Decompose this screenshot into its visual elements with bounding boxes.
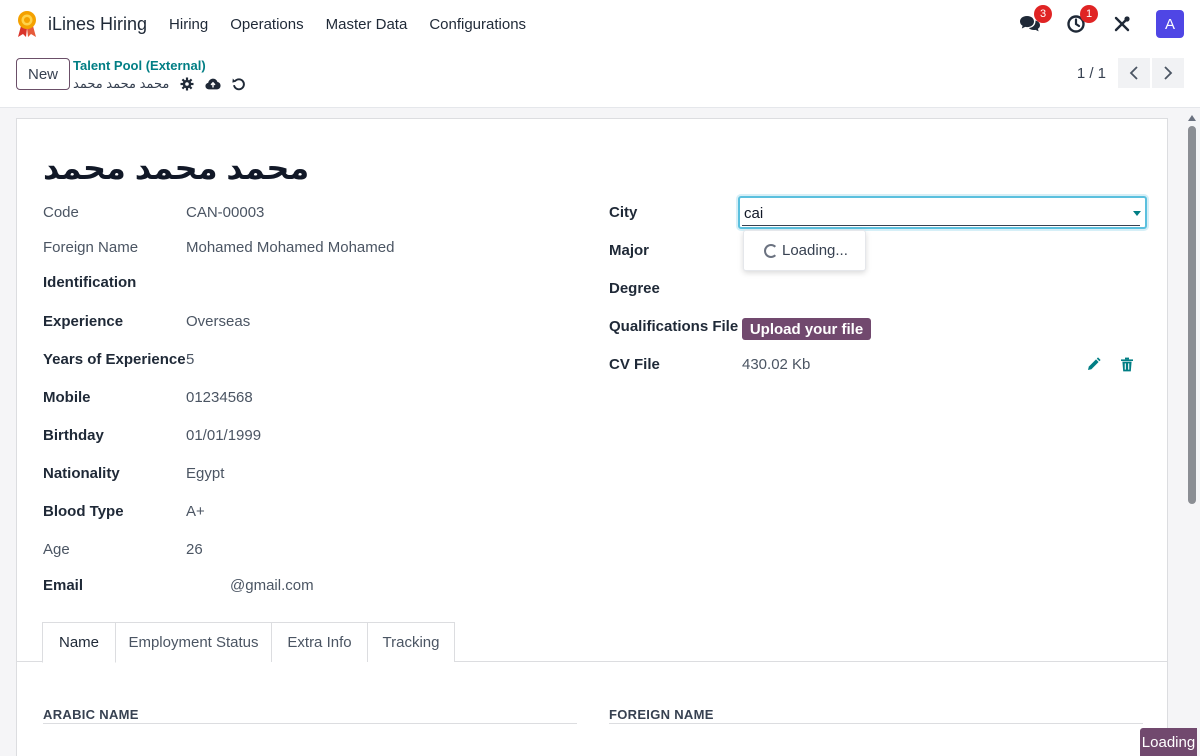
field-age: Age 26 (43, 538, 583, 560)
field-years-of-experience: Years of Experience 5 (43, 348, 583, 370)
field-label: Degree (609, 279, 660, 297)
field-experience: Experience Overseas (43, 310, 583, 332)
section-divider (609, 723, 1143, 724)
field-mobile: Mobile 01234568 (43, 386, 583, 408)
scroll-up-arrow-icon[interactable] (1188, 115, 1196, 121)
notebook-tabs: Name Employment Status Extra Info Tracki… (17, 622, 1167, 663)
navbar-systray: 3 1 A (1018, 0, 1184, 48)
field-value[interactable]: 01/01/1999 (186, 427, 261, 444)
pager-value[interactable]: 1 / 1 (1077, 65, 1106, 82)
page-scrollbar[interactable] (1186, 112, 1198, 752)
section-foreign-name: FOREIGN NAME (609, 707, 714, 722)
field-label: Code (43, 203, 79, 221)
field-label: Birthday (43, 426, 104, 444)
field-label: CV File (609, 355, 660, 373)
menu-master-data[interactable]: Master Data (326, 16, 408, 33)
activities-button[interactable]: 1 (1064, 5, 1098, 36)
breadcrumb: محمد محمد محمد (73, 76, 247, 92)
form-sheet: محمد محمد محمد Code CAN-00003 Foreign Na… (16, 118, 1168, 756)
pager-previous-button[interactable] (1118, 58, 1150, 88)
field-major: Major (609, 239, 729, 261)
spinner-icon (764, 243, 778, 258)
field-value[interactable]: 5 (186, 351, 194, 368)
top-navbar: iLines Hiring Hiring Operations Master D… (0, 0, 1200, 48)
breadcrumb-talent-pool[interactable]: Talent Pool (External) (73, 58, 206, 73)
field-value[interactable]: A+ (186, 503, 205, 520)
user-avatar[interactable]: A (1156, 10, 1184, 38)
debug-tools-button[interactable] (1110, 12, 1134, 36)
tools-icon (1114, 16, 1130, 32)
field-label: Email (43, 576, 84, 594)
new-button[interactable]: New (16, 58, 70, 90)
record-title[interactable]: محمد محمد محمد (43, 149, 309, 187)
activities-badge: 1 (1080, 5, 1098, 23)
messages-button[interactable]: 3 (1018, 5, 1052, 36)
section-arabic-name: ARABIC NAME (43, 707, 139, 722)
upload-file-button[interactable]: Upload your file (742, 318, 871, 340)
field-value[interactable]: 26 (186, 541, 203, 558)
field-label: Mobile (43, 388, 91, 406)
gear-icon[interactable] (179, 76, 195, 92)
field-qualifications-file: Qualifications File (609, 315, 739, 337)
field-email: Email @gmail.com (43, 574, 583, 596)
app-logo-icon[interactable] (16, 10, 38, 38)
cloud-upload-icon[interactable] (205, 76, 221, 92)
section-divider (43, 723, 577, 724)
tab-name[interactable]: Name (42, 622, 116, 663)
pencil-icon[interactable] (1084, 355, 1102, 373)
field-value[interactable]: 01234568 (186, 389, 253, 406)
field-label: Major (609, 241, 650, 259)
city-input-underline (742, 225, 1140, 226)
control-panel: New Talent Pool (External) محمد محمد محم… (0, 48, 1200, 108)
field-label: Age (43, 540, 70, 558)
field-foreign-name: Foreign Name Mohamed Mohamed Mohamed (43, 236, 583, 258)
pager-next-button[interactable] (1152, 58, 1184, 88)
field-label: Identification (43, 273, 137, 291)
field-value[interactable]: CAN-00003 (186, 204, 264, 221)
field-degree: Degree (609, 277, 729, 299)
menu-operations[interactable]: Operations (230, 16, 303, 33)
field-value[interactable]: Egypt (186, 465, 224, 482)
field-value[interactable]: @gmail.com (230, 577, 314, 594)
field-city: City (609, 201, 729, 223)
field-label: City (609, 203, 638, 221)
field-label: Blood Type (43, 502, 124, 520)
field-birthday: Birthday 01/01/1999 (43, 424, 583, 446)
city-autocomplete-dropdown: Loading... (743, 230, 866, 271)
chevron-left-icon (1129, 66, 1138, 80)
field-cv-file: CV File 430.02 Kb (609, 353, 1149, 375)
breadcrumb-current-record: محمد محمد محمد (73, 76, 170, 91)
field-identification: Identification (43, 271, 583, 293)
field-value[interactable]: Mohamed Mohamed Mohamed (186, 239, 394, 256)
messages-badge: 3 (1034, 5, 1052, 23)
loading-indicator: Loading (1140, 728, 1197, 756)
menu-hiring[interactable]: Hiring (169, 16, 208, 33)
chevron-right-icon (1164, 66, 1173, 80)
field-blood-type: Blood Type A+ (43, 500, 583, 522)
field-label: Nationality (43, 464, 120, 482)
menu-configurations[interactable]: Configurations (429, 16, 526, 33)
field-label: Foreign Name (43, 238, 139, 256)
tab-extra-info[interactable]: Extra Info (271, 622, 368, 662)
field-label: Qualifications File (609, 317, 739, 335)
field-code: Code CAN-00003 (43, 201, 583, 223)
tab-tracking[interactable]: Tracking (367, 622, 455, 662)
tab-employment-status[interactable]: Employment Status (115, 622, 272, 662)
field-label: Experience (43, 312, 124, 330)
cv-file-size[interactable]: 430.02 Kb (742, 356, 810, 373)
field-label: Years of Experience (43, 350, 186, 368)
autocomplete-loading-text: Loading... (782, 242, 848, 259)
scroll-thumb[interactable] (1188, 126, 1196, 504)
undo-icon[interactable] (231, 76, 247, 92)
record-pager: 1 / 1 (1077, 58, 1184, 88)
field-nationality: Nationality Egypt (43, 462, 583, 484)
caret-down-icon[interactable] (1133, 211, 1141, 216)
trash-icon[interactable] (1118, 355, 1136, 373)
app-name[interactable]: iLines Hiring (48, 14, 147, 35)
field-value[interactable]: Overseas (186, 313, 250, 330)
